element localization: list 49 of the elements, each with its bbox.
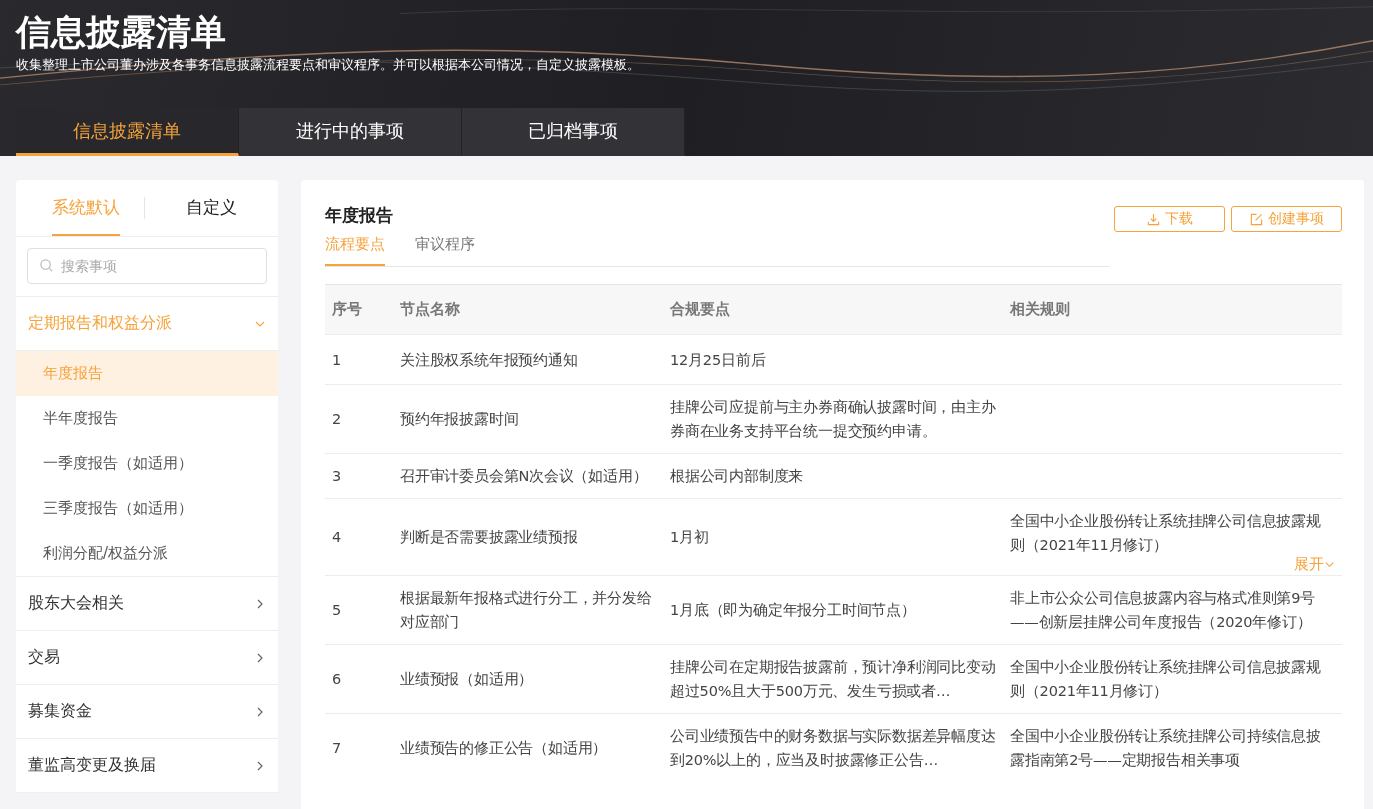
table-cell-text: 6 xyxy=(332,670,343,689)
table-cell-text: 4 xyxy=(332,528,343,547)
table-cell-text: 全国中小企业股份转让系统挂牌公司信息披露规则（2021年11月修订） xyxy=(1010,658,1322,701)
table-cell-text: 12月25日前后 xyxy=(670,350,767,370)
search-field[interactable]: 搜索事项 xyxy=(27,248,267,284)
edit-icon xyxy=(1249,212,1263,226)
table-cell-text: 7 xyxy=(332,739,343,758)
category-item[interactable]: 交易 xyxy=(16,631,278,685)
category-item[interactable]: 股东大会相关 xyxy=(16,577,278,631)
nav-tab[interactable]: 已归档事项 xyxy=(462,108,685,156)
category-item[interactable]: 募集资金 xyxy=(16,685,278,739)
table-cell-text: 挂牌公司应提前与主办券商确认披露时间，由主办券商在业务支持平台统一提交预约申请。 xyxy=(670,398,996,441)
table-cell-text: 根据公司内部制度来 xyxy=(670,467,805,486)
table-cell-text: 业绩预报（如适用） xyxy=(400,670,535,689)
section-title: 年度报告 xyxy=(325,204,394,227)
table-cell-text: 1 xyxy=(332,350,343,370)
content-tab[interactable]: 审议程序 xyxy=(415,235,475,266)
page-subtitle: 收集整理上市公司董办涉及各事务信息披露流程要点和审议程序。并可以根据本公司情况，自定义披露模板。 xyxy=(16,56,641,74)
table-cell-text: 公司业绩预告中的财务数据与实际数据差异幅度达到20%以上的，应当及时披露修正公告… xyxy=(670,727,996,770)
table-cell-text: 1月初 xyxy=(670,528,710,547)
table-cell-text: 业绩预告的修正公告（如适用） xyxy=(400,739,609,758)
column-header: 相关规则 xyxy=(1003,284,1342,335)
category-item[interactable]: 董监高变更及换届 xyxy=(16,739,278,793)
page-title: 信息披露清单 xyxy=(16,11,227,54)
download-icon xyxy=(1146,212,1160,226)
table-cell-text: 挂牌公司在定期报告披露前，预计净利润同比变动超过50%且大于500万元、发生亏损或者… xyxy=(670,658,996,701)
nav-tab[interactable]: 进行中的事项 xyxy=(239,108,462,156)
table-cell-text: 根据最新年报格式进行分工，并分发给对应部门 xyxy=(400,589,653,632)
sidebar-tab[interactable]: 自定义 xyxy=(145,180,278,236)
column-header: 合规要点 xyxy=(663,284,1003,335)
table-cell-text: 5 xyxy=(332,601,343,620)
nav-tab[interactable]: 信息披露清单 xyxy=(16,108,239,156)
table-cell-text: 判断是否需要披露业绩预报 xyxy=(400,528,579,547)
table-cell-text: 全国中小企业股份转让系统挂牌公司信息披露规则（2021年11月修订） xyxy=(1010,512,1322,555)
table-cell-text: 3 xyxy=(332,467,343,486)
sidebar-subitem[interactable]: 利润分配/权益分派 xyxy=(16,531,278,576)
column-header: 序号 xyxy=(325,284,393,335)
search-icon xyxy=(39,258,54,273)
table-cell-text: 非上市公众公司信息披露内容与格式准则第9号——创新层挂牌公司年度报告（2020年修订） xyxy=(1010,589,1317,632)
table-cell-text: 全国中小企业股份转让系统挂牌公司持续信息披露指南第2号——定期报告相关事项 xyxy=(1010,727,1322,770)
table-cell-text: 1月底（即为确定年报分工时间节点） xyxy=(670,601,917,620)
column-header: 节点名称 xyxy=(393,284,663,335)
sidebar-subitem[interactable]: 半年度报告 xyxy=(16,396,278,441)
table-cell-text: 2 xyxy=(332,410,343,429)
table-cell-text: 召开审计委员会第N次会议（如适用） xyxy=(400,467,649,486)
table-cell-text: 关注股权系统年报预约通知 xyxy=(400,350,579,370)
table-cell-text: 预约年报披露时间 xyxy=(400,410,520,429)
sidebar-subitem[interactable]: 三季度报告（如适用） xyxy=(16,486,278,531)
sidebar-subitem[interactable]: 一季度报告（如适用） xyxy=(16,441,278,486)
